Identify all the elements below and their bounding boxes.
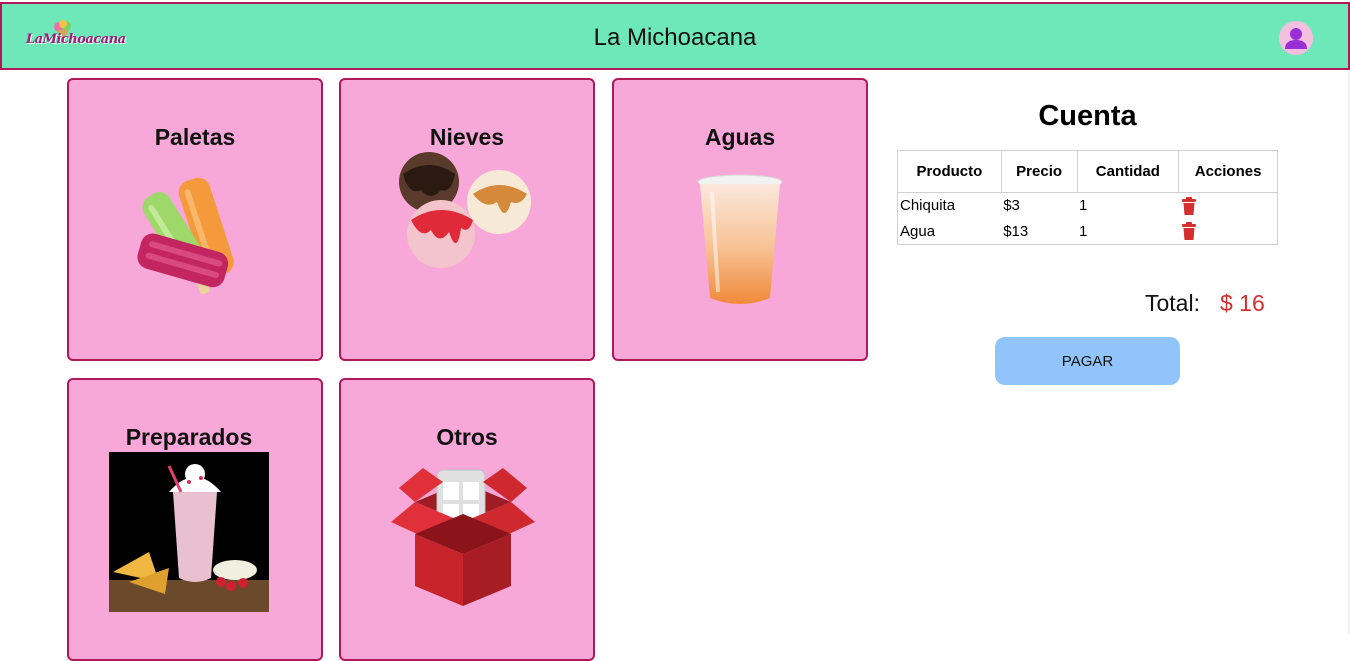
cell-precio: $3 (1003, 197, 1020, 215)
category-card-otros[interactable]: Otros (339, 378, 595, 661)
category-card-nieves[interactable]: Nieves (339, 78, 595, 361)
cell-acciones (1179, 219, 1278, 245)
aguas-image (697, 174, 783, 304)
delete-trash-icon[interactable] (1181, 222, 1197, 241)
category-card-paletas[interactable]: Paletas (67, 78, 323, 361)
app-title: La Michoacana (593, 24, 757, 51)
cart-table: Producto Precio Cantidad Acciones Chiqui… (897, 150, 1278, 245)
delete-trash-icon[interactable] (1181, 196, 1197, 215)
cell-precio: $13 (1003, 222, 1029, 240)
otros-image (391, 468, 535, 606)
category-title: Aguas (704, 124, 776, 150)
cell-producto: Agua (900, 222, 936, 240)
table-row: Chiquita $3 1 (898, 193, 1278, 219)
paletas-image (137, 177, 234, 295)
category-card-aguas[interactable]: Aguas (612, 78, 868, 361)
user-icon (1285, 28, 1307, 49)
preparados-image (109, 452, 269, 612)
cell-producto: Chiquita (900, 197, 956, 215)
category-title: Preparados (125, 424, 253, 450)
cart-header-row: Producto Precio Cantidad Acciones (897, 150, 1278, 193)
user-avatar-button[interactable] (1279, 21, 1313, 55)
total-label: Total: (1145, 290, 1200, 316)
column-header-producto: Producto (897, 150, 1002, 193)
table-row: Agua $13 1 (898, 219, 1278, 245)
column-header-acciones: Acciones (1178, 150, 1278, 193)
column-header-cantidad: Cantidad (1076, 150, 1180, 193)
nieves-image (399, 152, 531, 268)
cell-cantidad: 1 (1079, 222, 1088, 240)
cuenta-title: Cuenta (1038, 100, 1137, 132)
category-title: Nieves (429, 124, 505, 150)
app-header: LaMichoacana La Michoacana (0, 2, 1350, 70)
pay-button[interactable]: PAGAR (995, 337, 1180, 385)
total-value: $ 16 (1220, 290, 1265, 316)
cell-cantidad: 1 (1079, 197, 1088, 215)
category-title: Otros (436, 424, 498, 450)
category-title: Paletas (154, 124, 236, 150)
cell-acciones (1179, 193, 1278, 219)
column-header-precio: Precio (1000, 150, 1078, 193)
category-card-preparados[interactable]: Preparados (67, 378, 323, 661)
